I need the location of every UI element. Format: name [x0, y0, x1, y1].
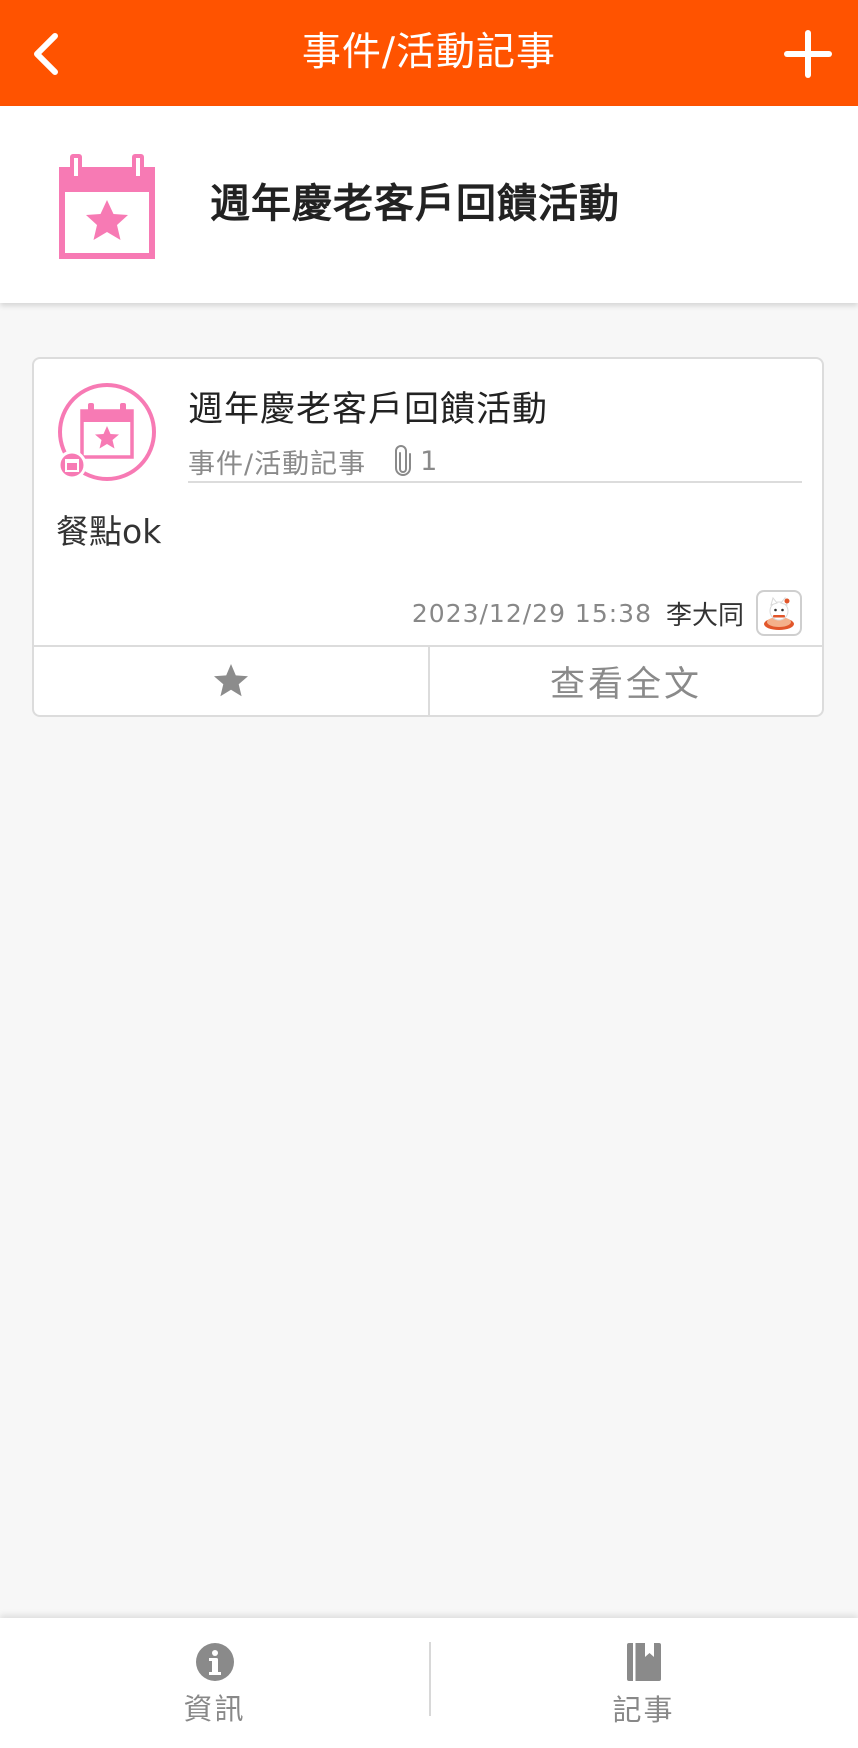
- note-timestamp: 2023/12/29 15:38: [411, 598, 652, 628]
- calendar-star-icon: [59, 154, 155, 259]
- note-title: 週年慶老客戶回饋活動: [188, 390, 549, 430]
- chevron-left-icon: [34, 33, 58, 75]
- favorite-button[interactable]: [34, 647, 430, 715]
- nav-item-info[interactable]: 資訊: [0, 1618, 429, 1748]
- attachment-count: 1: [420, 445, 439, 477]
- event-title: 週年慶老客戶回饋活動: [210, 181, 620, 227]
- note-category: 事件/活動記事: [188, 448, 367, 480]
- nav-item-notes[interactable]: 記事: [429, 1618, 858, 1748]
- lucky-cat-avatar-icon: [764, 596, 794, 630]
- note-author: 李大同: [665, 600, 744, 631]
- avatar: [756, 590, 802, 636]
- note-body: 餐點ok: [56, 512, 162, 551]
- page-title: 事件/活動記事: [301, 30, 557, 75]
- event-category-icon: [57, 383, 156, 481]
- note-card[interactable]: 週年慶老客戶回饋活動 事件/活動記事 1 餐點ok 2023/12/29 15:…: [32, 357, 824, 717]
- note-footer-info: 2023/12/29 15:38 李大同: [412, 589, 802, 637]
- paperclip-icon: [394, 445, 412, 477]
- add-note-button[interactable]: [778, 24, 838, 84]
- read-full-text-button[interactable]: 查看全文: [430, 647, 822, 715]
- notebook-icon: [626, 1643, 661, 1681]
- top-bar: 事件/活動記事: [0, 0, 858, 106]
- plus-icon: [784, 30, 832, 78]
- info-icon: [195, 1643, 234, 1681]
- nav-divider: [429, 1642, 431, 1716]
- nav-label-info: 資訊: [183, 1692, 246, 1726]
- note-meta: 事件/活動記事 1: [188, 441, 802, 483]
- bottom-nav: 資訊 記事: [0, 1618, 858, 1748]
- note-actions: 查看全文: [34, 645, 822, 715]
- event-header: 週年慶老客戶回饋活動: [0, 106, 858, 303]
- back-button[interactable]: [18, 26, 74, 82]
- star-icon: [214, 664, 248, 697]
- nav-label-notes: 記事: [612, 1693, 675, 1727]
